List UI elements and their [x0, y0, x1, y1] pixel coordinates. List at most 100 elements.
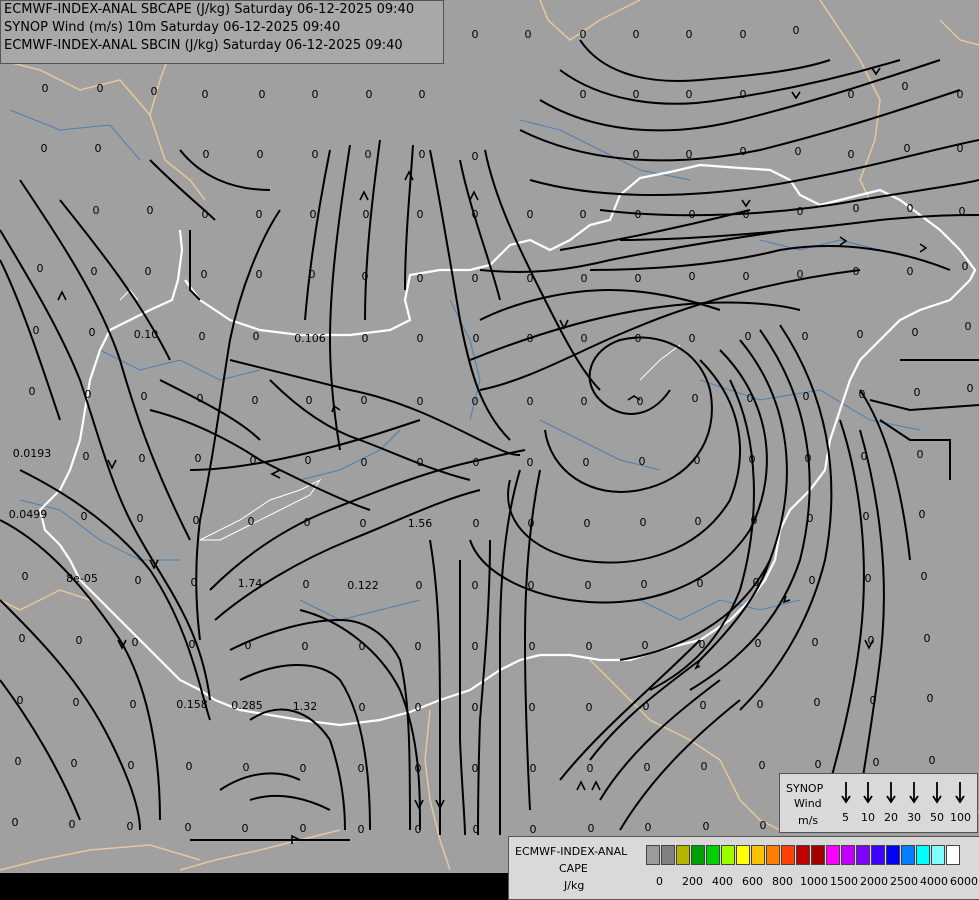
cin-value-label: 0: [312, 88, 319, 101]
cin-value-label: 0: [644, 761, 651, 774]
cin-value-label: 0: [848, 148, 855, 161]
cin-value-label: 0: [807, 512, 814, 525]
cin-value-label: 0: [586, 701, 593, 714]
cape-legend-title: ECMWF-INDEX-ANAL: [515, 845, 628, 858]
cin-value-label: 0: [581, 395, 588, 408]
cin-value-label: 0: [527, 272, 534, 285]
cin-value-label: 0: [527, 208, 534, 221]
cin-value-label: 0: [359, 640, 366, 653]
cin-value-label: 0: [755, 637, 762, 650]
cape-swatch: [886, 845, 900, 865]
cape-swatch: [931, 845, 945, 865]
cin-value-label: 0: [581, 332, 588, 345]
cin-value-label: 0: [29, 385, 36, 398]
cin-value-label: 0: [473, 823, 480, 836]
cin-value-label: 0: [145, 265, 152, 278]
cin-value-label: 0: [248, 515, 255, 528]
cin-value-label: 0: [472, 395, 479, 408]
map-header: ECMWF-INDEX-ANAL SBCAPE (J/kg) Saturday …: [0, 0, 444, 64]
cin-value-label: 0: [645, 821, 652, 834]
cin-value-label: 0: [37, 262, 44, 275]
cin-value-label: 0: [202, 208, 209, 221]
wind-speed-20: 20: [884, 811, 898, 824]
cin-value-label: 0: [917, 448, 924, 461]
cin-value-label: 0: [639, 455, 646, 468]
cin-value-label: 0: [304, 516, 311, 529]
cin-value-label: 0: [815, 758, 822, 771]
cin-value-label: 0: [15, 755, 22, 768]
cin-value-label: 0: [743, 270, 750, 283]
cin-value-label: 0: [699, 638, 706, 651]
cape-tick-label: 4000: [920, 875, 948, 888]
cin-value-label: 1.74: [238, 577, 263, 590]
cin-value-label: 0: [302, 640, 309, 653]
cin-value-label: 0: [740, 28, 747, 41]
cin-value-label: 0: [527, 395, 534, 408]
cin-value-label: 0: [93, 204, 100, 217]
cin-value-label: 0: [689, 208, 696, 221]
cin-value-label: 0: [870, 694, 877, 707]
cin-value-label: 0: [202, 88, 209, 101]
cin-value-label: 0: [583, 456, 590, 469]
cin-value-label: 0: [633, 88, 640, 101]
cin-value-label: 0: [635, 208, 642, 221]
cin-value-label: 0: [686, 88, 693, 101]
cin-value-label: 0: [135, 574, 142, 587]
cin-value-label: 0: [751, 514, 758, 527]
cape-tick-label: 200: [682, 875, 703, 888]
cin-value-label: 0: [957, 88, 964, 101]
cin-value-label: 0: [41, 142, 48, 155]
cin-value-label: 0.10: [134, 328, 159, 341]
cin-value-label: 0: [965, 320, 972, 333]
cin-value-label: 0: [921, 570, 928, 583]
cin-value-label: 0: [245, 639, 252, 652]
cin-value-label: 0: [305, 454, 312, 467]
cin-value-label: 0: [701, 760, 708, 773]
cin-value-label: 0: [633, 28, 640, 41]
cin-value-label: 0: [759, 759, 766, 772]
cin-value-label: 0: [472, 208, 479, 221]
cape-swatch: [766, 845, 780, 865]
cin-value-label: 0: [359, 701, 366, 714]
wind-legend-unit: m/s: [798, 814, 819, 827]
cin-value-label: 0: [640, 516, 647, 529]
cin-value-label: 0: [529, 640, 536, 653]
weather-map[interactable]: 0 0 0 0 0 0 0 0 0 0 0 0 0 0 0 0 0 0 0 0 0 0 0 0 0 0 0 0 0 0 0 0 0 0 0 0 0 0 0 0…: [0, 0, 979, 900]
cin-value-label: 0: [904, 142, 911, 155]
cin-value-label: 0: [694, 454, 701, 467]
cin-value-label: 0: [127, 820, 134, 833]
cin-value-label: 0: [586, 640, 593, 653]
wind-legend-subtitle: Wind: [794, 797, 822, 810]
cin-value-label: 0: [797, 268, 804, 281]
cin-value-label: 0: [530, 823, 537, 836]
cin-value-label: 0: [697, 577, 704, 590]
cin-value-label: 0: [300, 762, 307, 775]
wind-legend-title: SYNOP: [786, 782, 824, 795]
cin-value-label: 0: [417, 272, 424, 285]
cin-value-label: 0: [588, 822, 595, 835]
cin-value-label: 0: [151, 85, 158, 98]
cin-value-label: 0: [358, 823, 365, 836]
cin-value-label: 0: [252, 394, 259, 407]
cape-swatch: [916, 845, 930, 865]
cin-value-label: 0: [853, 202, 860, 215]
cin-value-label: 0: [584, 517, 591, 530]
cin-value-label: 0: [959, 205, 966, 218]
cape-tick-labels: 0 200 400 600 800 1000 1500 2000 2500 4000 6000: [509, 875, 979, 889]
cin-value-label: 0: [686, 28, 693, 41]
cin-value-label: 0: [689, 270, 696, 283]
cin-value-label: 0: [749, 453, 756, 466]
header-line-cape: ECMWF-INDEX-ANAL SBCAPE (J/kg) Saturday …: [4, 2, 415, 17]
cin-value-label: 0: [686, 148, 693, 161]
cin-value-label: 0: [907, 265, 914, 278]
cin-value-label: 0: [91, 265, 98, 278]
cin-value-label: 0: [967, 382, 974, 395]
cin-value-label: 0: [853, 265, 860, 278]
cin-value-label: 0: [805, 452, 812, 465]
cin-value-label: 0: [859, 388, 866, 401]
cin-value-label: 0: [703, 820, 710, 833]
cin-value-label: 0: [793, 24, 800, 37]
cin-value-label: 0: [139, 452, 146, 465]
cin-value-label: 0: [141, 390, 148, 403]
cin-value-label: 0: [907, 202, 914, 215]
